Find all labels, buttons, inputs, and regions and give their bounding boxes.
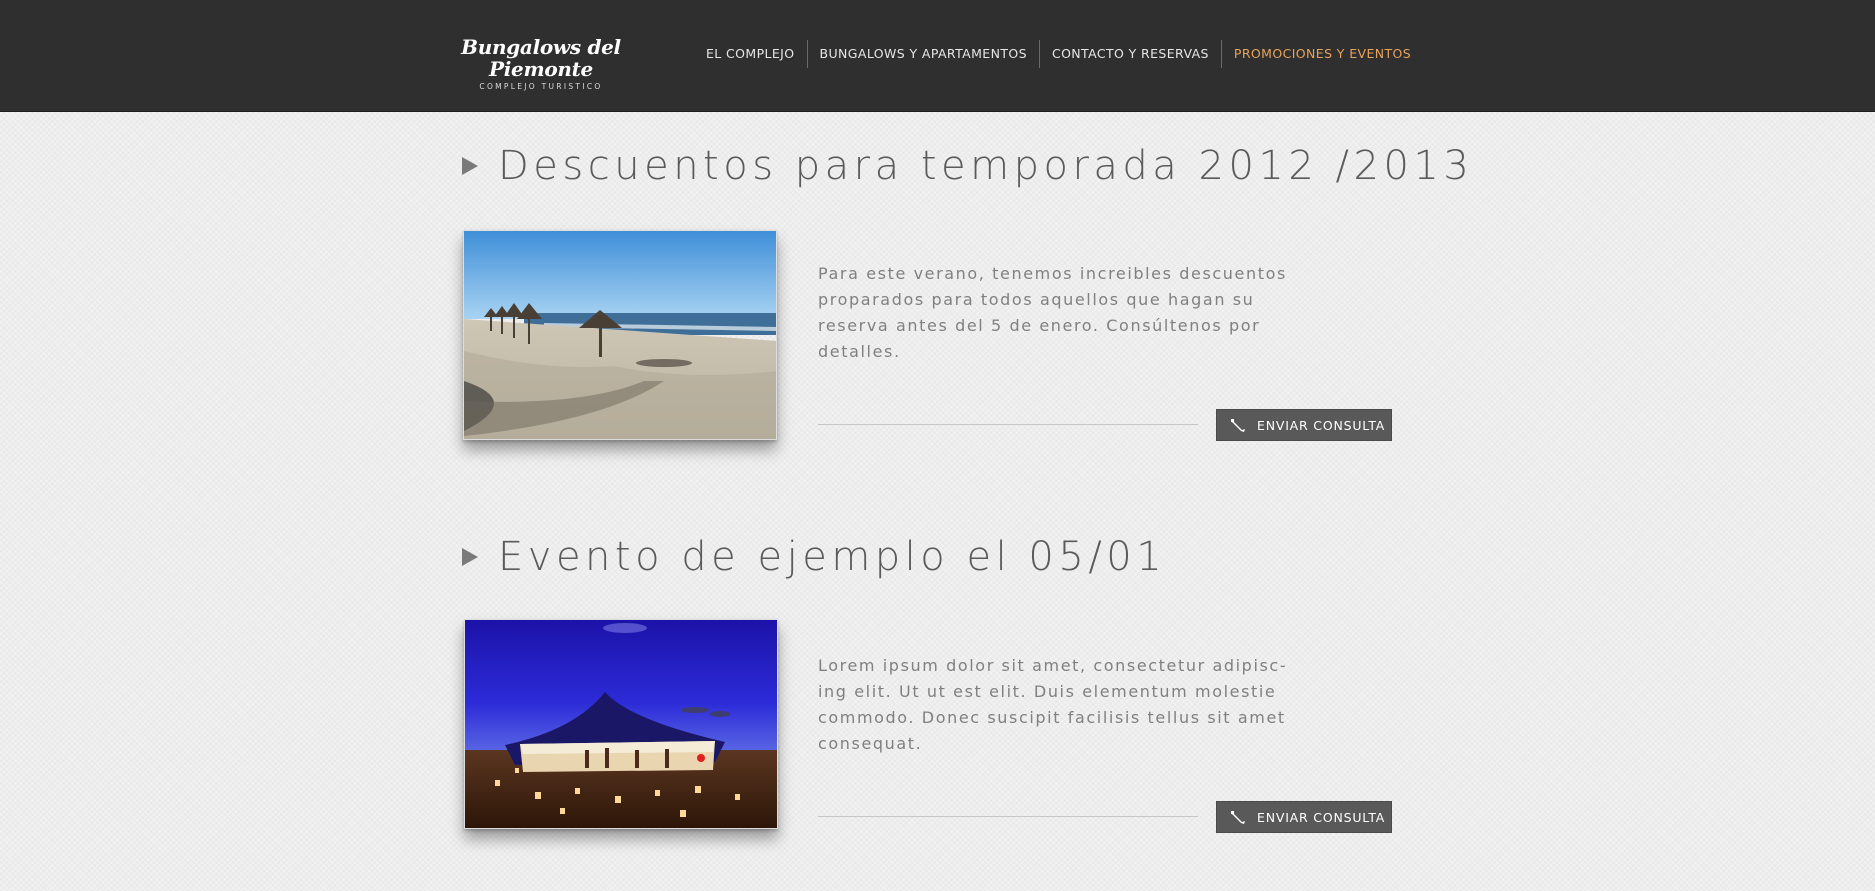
pencil-icon [1231, 811, 1245, 824]
site-header: Bungalows del Piemonte COMPLEJO TURISTIC… [0, 0, 1875, 112]
logo-title: Bungalows del Piemonte [461, 35, 621, 81]
pencil-icon [1231, 419, 1245, 432]
enviar-consulta-button[interactable]: ENVIAR CONSULTA [1216, 801, 1392, 833]
logo-subtitle: COMPLEJO TURISTICO [479, 82, 603, 91]
section-title: Evento de ejemplo el 05/01 [462, 533, 1166, 581]
nav-item-el-complejo[interactable]: EL COMPLEJO [694, 40, 807, 68]
site-logo[interactable]: Bungalows del Piemonte COMPLEJO TURISTIC… [433, 36, 649, 91]
enviar-consulta-button[interactable]: ENVIAR CONSULTA [1216, 409, 1392, 441]
section-title: Descuentos para temporada 2012 /2013 [462, 142, 1473, 190]
section-description: Para este verano, tenemos increibles des… [818, 264, 1287, 361]
divider-line [818, 424, 1198, 425]
main-nav: EL COMPLEJO BUNGALOWS Y APARTAMENTOS CON… [694, 40, 1423, 68]
triangle-bullet-icon [462, 548, 478, 566]
nav-item-bungalows[interactable]: BUNGALOWS Y APARTAMENTOS [808, 40, 1039, 68]
section-title-text: Descuentos para temporada 2012 /2013 [498, 143, 1474, 189]
section-description: Lorem ipsum dolor sit amet, consectetur … [818, 656, 1288, 753]
nav-item-promociones[interactable]: PROMOCIONES Y EVENTOS [1222, 40, 1423, 68]
beach-umbrellas-photo [463, 230, 777, 440]
button-label: ENVIAR CONSULTA [1257, 809, 1386, 825]
night-tent-event-photo [464, 619, 778, 829]
section-title-text: Evento de ejemplo el 05/01 [498, 534, 1167, 580]
triangle-bullet-icon [462, 157, 478, 175]
nav-item-contacto[interactable]: CONTACTO Y RESERVAS [1040, 40, 1221, 68]
divider-line [818, 816, 1198, 817]
button-label: ENVIAR CONSULTA [1257, 417, 1386, 433]
